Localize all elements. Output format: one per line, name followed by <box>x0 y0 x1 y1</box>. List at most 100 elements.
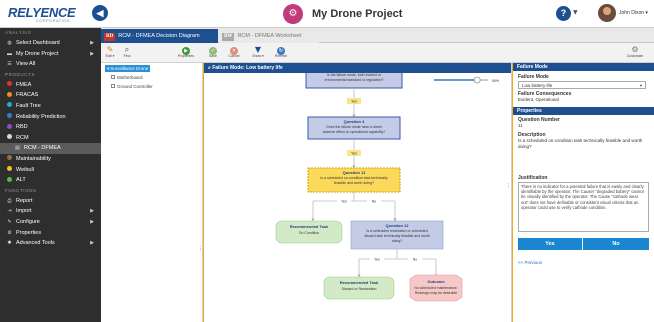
project-title: My Drone Project <box>312 8 403 20</box>
yes-button[interactable]: Yes <box>518 238 582 250</box>
sidebar-item-label: View All <box>16 61 36 68</box>
sidebar-item-label: Import <box>16 208 32 215</box>
sidebar-item-select-dashboard[interactable]: ◍ Select Dashboard ▶ <box>0 38 101 49</box>
logo-subtitle: CORPORATION <box>36 18 70 23</box>
yes-label: Yes <box>341 200 347 204</box>
project-icon: ⚙ <box>283 4 303 24</box>
tab-decision-diagram[interactable]: RD RCM - DFMEA Decision Diagram <box>101 29 218 43</box>
sidebar-item-configure[interactable]: ✎ Configure ▶ <box>0 217 101 228</box>
find-label: Find <box>123 54 131 58</box>
sidebar-item-advanced-tools[interactable]: ✱ Advanced Tools ▶ <box>0 238 101 249</box>
filter-icon: ▼ <box>254 45 262 54</box>
help-dropdown-chevron-icon[interactable]: ▼ <box>573 9 578 16</box>
alt-dot-icon <box>7 176 12 182</box>
sidebar-item-fracas[interactable]: FRACAS <box>0 90 101 101</box>
save-button[interactable]: ✓ Save <box>207 45 219 59</box>
component-icon <box>111 75 115 79</box>
chevron-right-icon: ▶ <box>90 208 94 215</box>
sidebar-item-alt[interactable]: ALT <box>0 175 101 186</box>
question-12-line-2: discard task technically feasible and wo… <box>364 234 429 238</box>
failure-mode-select[interactable]: Low battery life ▼ <box>518 81 646 89</box>
customize-button[interactable]: ⚙ Customize <box>623 45 647 59</box>
tree-node-root[interactable]: ▾Surveillance Drone <box>105 65 151 72</box>
properties-button[interactable]: ▶ Properties <box>175 45 197 59</box>
sidebar-item-reliability-prediction[interactable]: Reliability Prediction <box>0 112 101 123</box>
outcome-line-1: No scheduled maintenance. <box>414 286 457 290</box>
sidebar-item-report[interactable]: ⎙ Report <box>0 196 101 207</box>
sidebar-item-properties[interactable]: ⚙ Properties <box>0 228 101 239</box>
edit-label: Edit ▾ <box>105 54 115 58</box>
sidebar-item-view-all[interactable]: ☰ View All <box>0 59 101 70</box>
tab-label: RCM - DFMEA Worksheet <box>237 33 302 39</box>
sidebar-item-label: Advanced Tools <box>16 240 55 247</box>
description-value: Is a scheduled on-condition task technic… <box>518 138 643 149</box>
sidebar-section-analysis: ANALYSIS <box>5 30 32 35</box>
sidebar-item-fault-tree[interactable]: Fault Tree <box>0 101 101 112</box>
zoom-slider-handle[interactable] <box>473 76 481 84</box>
reliability-prediction-dot-icon <box>7 113 12 119</box>
rcm-dot-icon <box>7 134 12 140</box>
check-icon: ✓ <box>209 47 217 55</box>
justification-textarea[interactable]: There is no indicator for a potential fa… <box>518 182 649 232</box>
chevron-right-icon: ▶ <box>90 218 94 225</box>
sidebar-item-label: My Drone Project <box>16 50 59 57</box>
fmea-dot-icon <box>7 81 12 87</box>
question-4-title: Question 4 <box>344 119 365 124</box>
find-button[interactable]: ⌕ Find <box>121 45 133 59</box>
system-tree: ▾Surveillance Drone Motherboard Ground C… <box>101 63 203 322</box>
weibull-dot-icon <box>7 166 12 172</box>
sidebar-item-rbd[interactable]: RBD <box>0 122 101 133</box>
sidebar-item-label: Reliability Prediction <box>16 113 66 120</box>
sidebar-item-weibull[interactable]: Weibull <box>0 165 101 176</box>
question-12-line-3: doing? <box>392 239 403 243</box>
list-icon: ☰ <box>7 61 12 68</box>
question-11-line-1: Is a scheduled on-condition task technic… <box>320 176 388 180</box>
save-label: Save <box>209 54 217 58</box>
cancel-button[interactable]: ✕ Cancel <box>227 45 241 59</box>
show-button[interactable]: ▼ Show ▾ <box>251 45 265 59</box>
help-icon[interactable]: ? <box>556 6 571 21</box>
question-11-line-2: feasible and worth doing? <box>334 181 374 185</box>
tools-icon: ✱ <box>7 240 12 247</box>
pencil-icon: ✎ <box>106 45 114 54</box>
relyence-logo[interactable]: RELYENCE CORPORATION <box>8 4 84 26</box>
collapse-sidebar-button[interactable]: ◀ <box>92 5 108 21</box>
sidebar-item-fmea[interactable]: FMEA <box>0 80 101 91</box>
sidebar-item-maintainability[interactable]: Maintainability <box>0 154 101 165</box>
maintainability-dot-icon <box>7 155 12 161</box>
toolbar: ✎ Edit ▾ ⌕ Find ▶ Properties ✓ Save ✕ Ca… <box>101 43 654 63</box>
tab-worksheet[interactable]: RW RCM - DFMEA Worksheet <box>219 29 319 43</box>
refresh-button[interactable]: ↻ Refresh <box>273 45 289 59</box>
sidebar-item-label: Weibull <box>16 166 34 173</box>
sidebar-item-rcm-dfmea[interactable]: ▤ RCM - DFMEA <box>0 143 101 154</box>
show-label: Show ▾ <box>252 54 264 58</box>
tree-node-ground-controller[interactable]: Ground Controller <box>111 83 153 90</box>
splitter-handle[interactable]: ⋮ <box>198 246 203 252</box>
user-menu[interactable]: John Dixon ▾ <box>619 10 648 16</box>
recommended-task-1-title: Recommended Task <box>290 224 329 229</box>
top-box-line-1: Is the failure mode, both evident or <box>327 73 382 77</box>
tree-node-motherboard[interactable]: Motherboard <box>111 74 143 81</box>
sidebar-item-import[interactable]: ⇥ Import ▶ <box>0 206 101 217</box>
search-icon: ⌕ <box>124 45 130 54</box>
sidebar: ANALYSIS ◍ Select Dashboard ▶ ▬ My Drone P… <box>0 28 101 322</box>
sidebar-item-my-drone-project[interactable]: ▬ My Drone Project ▶ <box>0 49 101 60</box>
refresh-label: Refresh <box>274 54 288 58</box>
failure-mode-header: Failure Mode <box>513 63 654 71</box>
customize-label: Customize <box>626 54 644 58</box>
folder-icon: ▬ <box>7 50 12 57</box>
splitter-handle[interactable]: ⋮ <box>506 183 511 189</box>
sidebar-item-label: Select Dashboard <box>16 40 60 46</box>
question-11-title: Question 11 <box>343 170 366 175</box>
no-button[interactable]: No <box>583 238 649 250</box>
edit-button[interactable]: ✎ Edit ▾ <box>104 45 116 59</box>
previous-link[interactable]: << Previous <box>518 260 542 265</box>
top-box-line-2: environmental standard or regulation? <box>325 78 384 82</box>
top-bar: RELYENCE CORPORATION ◀ ⚙ My Drone Projec… <box>0 0 654 28</box>
sidebar-item-rcm[interactable]: RCM <box>0 133 101 144</box>
refresh-icon: ↻ <box>277 47 285 55</box>
tab-bar: RD RCM - DFMEA Decision Diagram RW RCM - D… <box>101 28 654 43</box>
question-number-value: 11 <box>518 123 523 128</box>
avatar[interactable] <box>598 4 616 22</box>
sidebar-item-label: Properties <box>16 229 42 236</box>
